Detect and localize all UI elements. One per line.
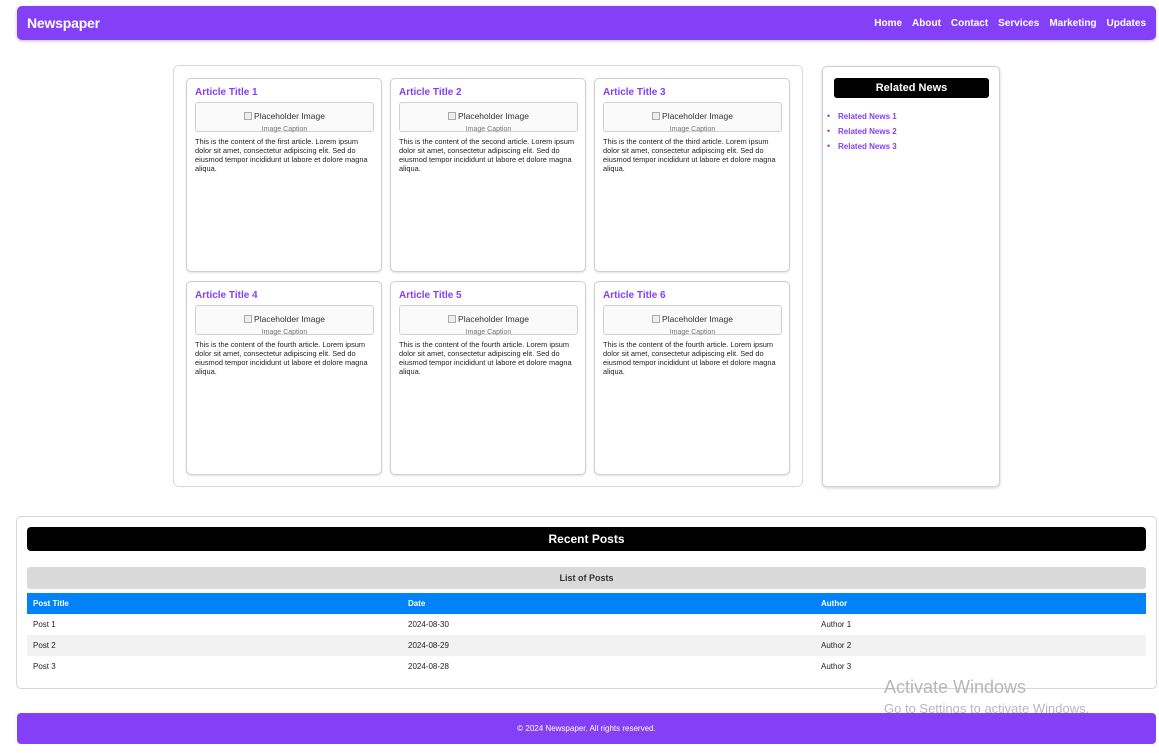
image-alt-text: Placeholder Image [458, 314, 529, 324]
article-figure: Placeholder Image Image Caption [399, 102, 578, 133]
article-card: Article Title 6 Placeholder Image Image … [594, 281, 790, 475]
watermark-line-1: Activate Windows [884, 677, 1027, 697]
posts-table: Post Title Date Author Post 1 2024-08-30… [27, 593, 1146, 677]
article-card: Article Title 1 Placeholder Image Image … [186, 78, 382, 272]
article-card: Article Title 5 Placeholder Image Image … [390, 281, 586, 475]
bullet-icon: • [827, 111, 831, 121]
article-figure: Placeholder Image Image Caption [195, 305, 374, 336]
image-caption: Image Caption [261, 329, 308, 336]
post-date-cell: 2024-08-28 [408, 662, 449, 671]
column-header-date: Date [402, 593, 815, 614]
post-date-cell: 2024-08-30 [408, 620, 449, 629]
placeholder-image: Placeholder Image [448, 314, 529, 324]
article-title[interactable]: Article Title 4 [195, 290, 373, 301]
article-body: This is the content of the fourth articl… [603, 340, 776, 376]
top-navbar: Newspaper Home About Contact Services Ma… [17, 6, 1156, 40]
broken-image-icon [652, 112, 661, 120]
table-row: Post 2 2024-08-29 Author 2 [27, 635, 1146, 656]
article-title[interactable]: Article Title 6 [603, 290, 781, 301]
image-alt-text: Placeholder Image [662, 111, 733, 121]
broken-image-icon [244, 315, 253, 323]
broken-image-icon [448, 112, 457, 120]
related-news-item: • Related News 1 [827, 109, 897, 124]
placeholder-image: Placeholder Image [244, 314, 325, 324]
post-author-cell: Author 2 [815, 635, 1146, 656]
broken-image-icon [448, 315, 457, 323]
post-title-cell: Post 1 [33, 620, 56, 629]
site-brand[interactable]: Newspaper [27, 15, 100, 31]
placeholder-image: Placeholder Image [652, 314, 733, 324]
image-caption: Image Caption [261, 126, 308, 133]
column-header-author: Author [815, 593, 1146, 614]
article-body: This is the content of the fourth articl… [195, 340, 368, 376]
article-title[interactable]: Article Title 1 [195, 87, 373, 98]
related-news-item: • Related News 3 [827, 139, 897, 154]
nav-link-updates[interactable]: Updates [1107, 18, 1146, 29]
article-figure: Placeholder Image Image Caption [603, 305, 782, 336]
windows-activation-watermark: Activate Windows Go to Settings to activ… [884, 677, 1089, 716]
related-news-list: • Related News 1 • Related News 2 • Related… [827, 109, 897, 154]
image-caption: Image Caption [669, 329, 716, 336]
nav-link-contact[interactable]: Contact [951, 18, 988, 29]
image-alt-text: Placeholder Image [662, 314, 733, 324]
image-caption: Image Caption [465, 126, 512, 133]
post-author-cell: Author 3 [821, 662, 852, 671]
article-figure: Placeholder Image Image Caption [603, 102, 782, 133]
post-date-cell: 2024-08-29 [402, 635, 815, 656]
image-alt-text: Placeholder Image [458, 111, 529, 121]
image-alt-text: Placeholder Image [254, 111, 325, 121]
article-body: This is the content of the second articl… [399, 137, 574, 173]
nav-link-services[interactable]: Services [998, 18, 1039, 29]
article-figure: Placeholder Image Image Caption [195, 102, 374, 133]
nav-link-home[interactable]: Home [874, 18, 902, 29]
main-nav: Home About Contact Services Marketing Up… [874, 18, 1146, 29]
related-news-title: Related News [834, 78, 989, 98]
recent-posts-section: Recent Posts List of Posts Post Title Da… [16, 516, 1157, 689]
broken-image-icon [244, 112, 253, 120]
posts-table-caption: List of Posts [27, 567, 1146, 589]
image-caption: Image Caption [669, 126, 716, 133]
article-card: Article Title 4 Placeholder Image Image … [186, 281, 382, 475]
placeholder-image: Placeholder Image [244, 111, 325, 121]
post-title-cell: Post 3 [33, 662, 56, 671]
image-caption: Image Caption [465, 329, 512, 336]
article-card: Article Title 2 Placeholder Image Image … [390, 78, 586, 272]
post-title-cell: Post 2 [27, 635, 402, 656]
article-figure: Placeholder Image Image Caption [399, 305, 578, 336]
related-news-item: • Related News 2 [827, 124, 897, 139]
table-row: Post 1 2024-08-30 Author 1 [27, 614, 1146, 635]
recent-posts-title: Recent Posts [27, 527, 1146, 551]
table-row: Post 3 2024-08-28 Author 3 [27, 656, 1146, 677]
related-news-link[interactable]: Related News 1 [838, 109, 897, 124]
placeholder-image: Placeholder Image [448, 111, 529, 121]
article-body: This is the content of the first article… [195, 137, 368, 173]
article-body: This is the content of the fourth articl… [399, 340, 572, 376]
post-author-cell: Author 1 [821, 620, 852, 629]
bullet-icon: • [827, 141, 831, 151]
related-news-sidebar: Related News • Related News 1 • Related Ne… [822, 66, 1000, 487]
column-header-post-title: Post Title [27, 593, 402, 614]
bullet-icon: • [827, 126, 831, 136]
article-body: This is the content of the third article… [603, 137, 776, 173]
nav-link-marketing[interactable]: Marketing [1049, 18, 1096, 29]
image-alt-text: Placeholder Image [254, 314, 325, 324]
related-news-link[interactable]: Related News 3 [838, 139, 897, 154]
broken-image-icon [652, 315, 661, 323]
article-title[interactable]: Article Title 2 [399, 87, 577, 98]
table-header-row: Post Title Date Author [27, 593, 1146, 614]
article-title[interactable]: Article Title 5 [399, 290, 577, 301]
articles-grid: Article Title 1 Placeholder Image Image … [173, 65, 803, 487]
placeholder-image: Placeholder Image [652, 111, 733, 121]
site-footer: © 2024 Newspaper. All rights reserved. [17, 713, 1156, 744]
article-card: Article Title 3 Placeholder Image Image … [594, 78, 790, 272]
article-title[interactable]: Article Title 3 [603, 87, 781, 98]
nav-link-about[interactable]: About [912, 18, 941, 29]
related-news-link[interactable]: Related News 2 [838, 124, 897, 139]
